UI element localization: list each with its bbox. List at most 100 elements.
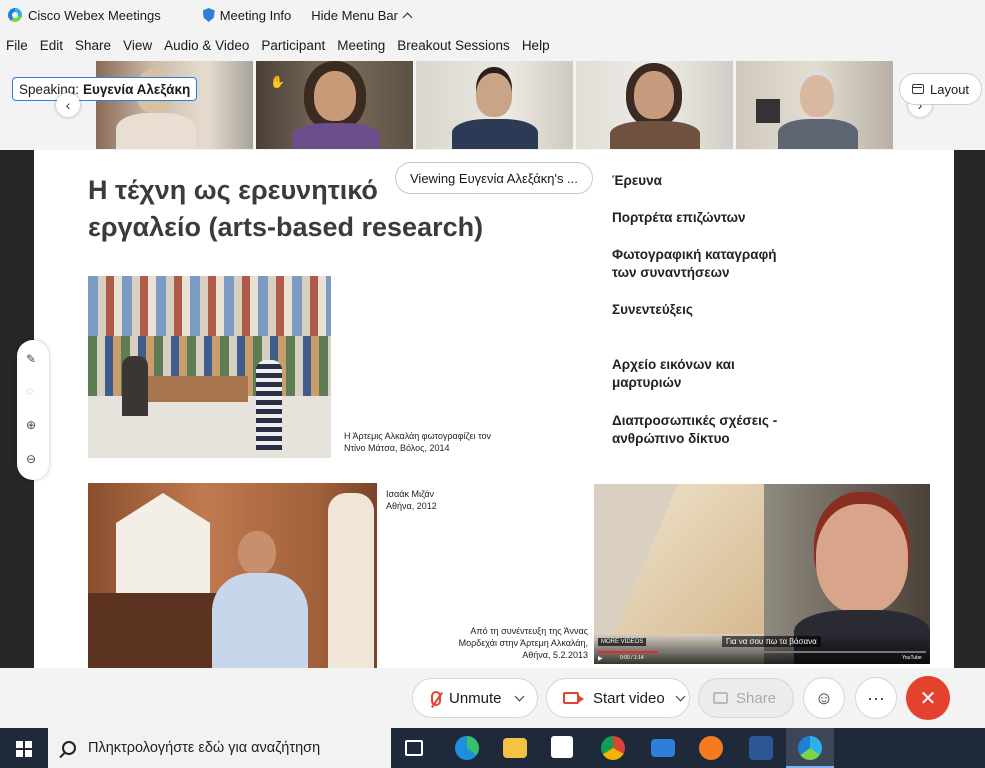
shield-icon[interactable] (202, 8, 215, 22)
menu-breakout-sessions[interactable]: Breakout Sessions (397, 38, 510, 53)
hide-menu-bar-label: Hide Menu Bar (311, 7, 398, 23)
caption-line: Από τη συνέντευξη της Άννας (470, 626, 588, 636)
menu-help[interactable]: Help (522, 38, 550, 53)
play-icon[interactable]: ▶ (598, 655, 603, 662)
video-subtitle: Για να σου πω τα βάσανα (722, 636, 821, 647)
photo-portrait (88, 483, 377, 668)
portrait-caption: Ισαάκ Μιζάν Αθήνα, 2012 (386, 488, 506, 512)
hide-menu-bar-button[interactable]: Hide Menu Bar (311, 7, 413, 23)
chevron-down-icon[interactable] (675, 691, 686, 701)
chevron-down-icon[interactable] (514, 691, 524, 701)
photographer (256, 360, 282, 450)
man-shirt (212, 573, 308, 668)
unmute-button[interactable]: Unmute (412, 678, 538, 718)
shared-content-area: Η τέχνη ως ερευνητικό εργαλείο (arts-bas… (0, 150, 985, 668)
video-wood-frame (614, 484, 774, 634)
youtube-logo[interactable]: YouTube (902, 655, 922, 661)
photo-caption: Η Άρτεμις Αλκαλάη φωτογραφίζει τον Ντίνο… (344, 430, 524, 454)
participant-video-tile[interactable] (576, 61, 733, 149)
video-woman-face (816, 504, 908, 614)
more-videos-badge[interactable]: MORE VIDEOS (598, 638, 647, 646)
menu-file[interactable]: File (6, 38, 28, 53)
smiley-icon: ☺ (814, 687, 834, 708)
presentation-slide: Η τέχνη ως ερευνητικό εργαλείο (arts-bas… (34, 150, 954, 668)
windows-start-icon[interactable] (16, 741, 32, 757)
layout-label: Layout (930, 81, 970, 97)
caption-line: Η Άρτεμις Αλκαλάη φωτογραφίζει τον (344, 431, 492, 441)
strip-prev-button[interactable]: ‹ (56, 93, 80, 117)
microphone-muted-icon (431, 690, 441, 706)
participant-video-tile[interactable]: ✋ (256, 61, 413, 149)
shop-table (148, 376, 248, 402)
slide-list-item: Διαπροσωπικές σχέσεις - ανθρώπινο δίκτυο (612, 413, 778, 446)
end-meeting-button[interactable]: ✕ (906, 676, 950, 720)
menu-edit[interactable]: Edit (40, 38, 63, 53)
meeting-info-button[interactable]: Meeting Info (220, 8, 292, 23)
caption-line: Ισαάκ Μιζάν (386, 489, 435, 499)
man-head (238, 531, 276, 575)
embedded-video-player[interactable]: MORE VIDEOS Για να σου πω τα βάσανα ▶ 0:… (594, 484, 930, 664)
share-button[interactable]: Share (698, 678, 794, 718)
layout-button[interactable]: Layout (899, 73, 983, 105)
video-progress-fill (598, 651, 658, 653)
camera-off-icon (563, 692, 584, 704)
layout-icon (912, 84, 924, 94)
decorative-cabinet (116, 493, 210, 593)
webex-logo-icon (8, 8, 22, 22)
chrome-icon[interactable] (601, 736, 625, 760)
caption-line: Αθήνα, 5.2.2013 (522, 650, 588, 660)
meeting-controls: Unmute Start video Share ☺ ··· ✕ (0, 668, 985, 728)
eraser-icon[interactable]: ◌ (26, 384, 33, 398)
video-strip: Speaking: Ευγενία Αλεξάκη ‹ ✋ › Layout (0, 60, 985, 150)
mail-icon[interactable] (651, 739, 675, 757)
menu-share[interactable]: Share (75, 38, 111, 53)
pen-icon[interactable]: ✎ (26, 352, 36, 366)
app-name: Cisco Webex Meetings (28, 7, 161, 23)
zoom-in-icon[interactable]: ⊕ (26, 418, 36, 432)
menu-bar: File Edit Share View Audio & Video Parti… (0, 32, 562, 58)
person-head (800, 75, 834, 117)
edge-browser-icon[interactable] (455, 736, 479, 760)
viewing-indicator[interactable]: Viewing Ευγενία Αλεξάκη's ... (395, 162, 593, 194)
more-icon: ··· (867, 687, 885, 708)
person-torso (452, 119, 538, 149)
wooden-chest (88, 593, 218, 668)
menu-audio-video[interactable]: Audio & Video (164, 38, 249, 53)
more-options-button[interactable]: ··· (855, 677, 897, 719)
menu-participant[interactable]: Participant (261, 38, 325, 53)
speaking-indicator: Speaking: Ευγενία Αλεξάκη (12, 77, 198, 101)
person-torso (778, 119, 858, 149)
seated-man (122, 356, 148, 416)
task-view-icon[interactable] (405, 740, 423, 756)
slide-list-item: Αρχείο εικόνων και μαρτυριών (612, 357, 735, 390)
person-head (476, 73, 512, 117)
person-torso (116, 113, 196, 149)
monitor-shape (756, 99, 780, 123)
fabric-shelves (88, 276, 331, 336)
participant-video-tile[interactable] (416, 61, 573, 149)
search-icon (62, 741, 76, 755)
person-torso (610, 121, 700, 149)
file-explorer-icon[interactable] (503, 738, 527, 758)
person-torso (292, 123, 380, 149)
slide-list-item: Φωτογραφική καταγραφή των συναντήσεων (612, 247, 777, 280)
taskbar-search-box[interactable]: Πληκτρολογήστε εδώ για αναζήτηση (48, 728, 391, 768)
slide-title-line: εργαλείο (arts-based research) (88, 212, 484, 242)
word-icon[interactable] (749, 736, 773, 760)
slide-list-item: Έρευνα (612, 173, 662, 188)
close-icon: ✕ (919, 687, 937, 710)
caption-line: Αθήνα, 2012 (386, 501, 437, 511)
participant-video-tile[interactable] (736, 61, 893, 149)
webex-taskbar-app[interactable] (786, 728, 834, 768)
title-bar: Cisco Webex Meetings Meeting Info Hide M… (0, 0, 985, 30)
menu-view[interactable]: View (123, 38, 152, 53)
dress-mannequin (328, 493, 374, 668)
brave-browser-icon[interactable] (699, 736, 723, 760)
menu-meeting[interactable]: Meeting (337, 38, 385, 53)
reactions-button[interactable]: ☺ (803, 677, 845, 719)
zoom-out-icon[interactable]: ⊖ (26, 452, 36, 466)
unmute-label: Unmute (449, 689, 502, 707)
store-icon[interactable] (551, 736, 573, 758)
participant-video-tile[interactable] (96, 61, 253, 149)
start-video-button[interactable]: Start video (546, 678, 690, 718)
